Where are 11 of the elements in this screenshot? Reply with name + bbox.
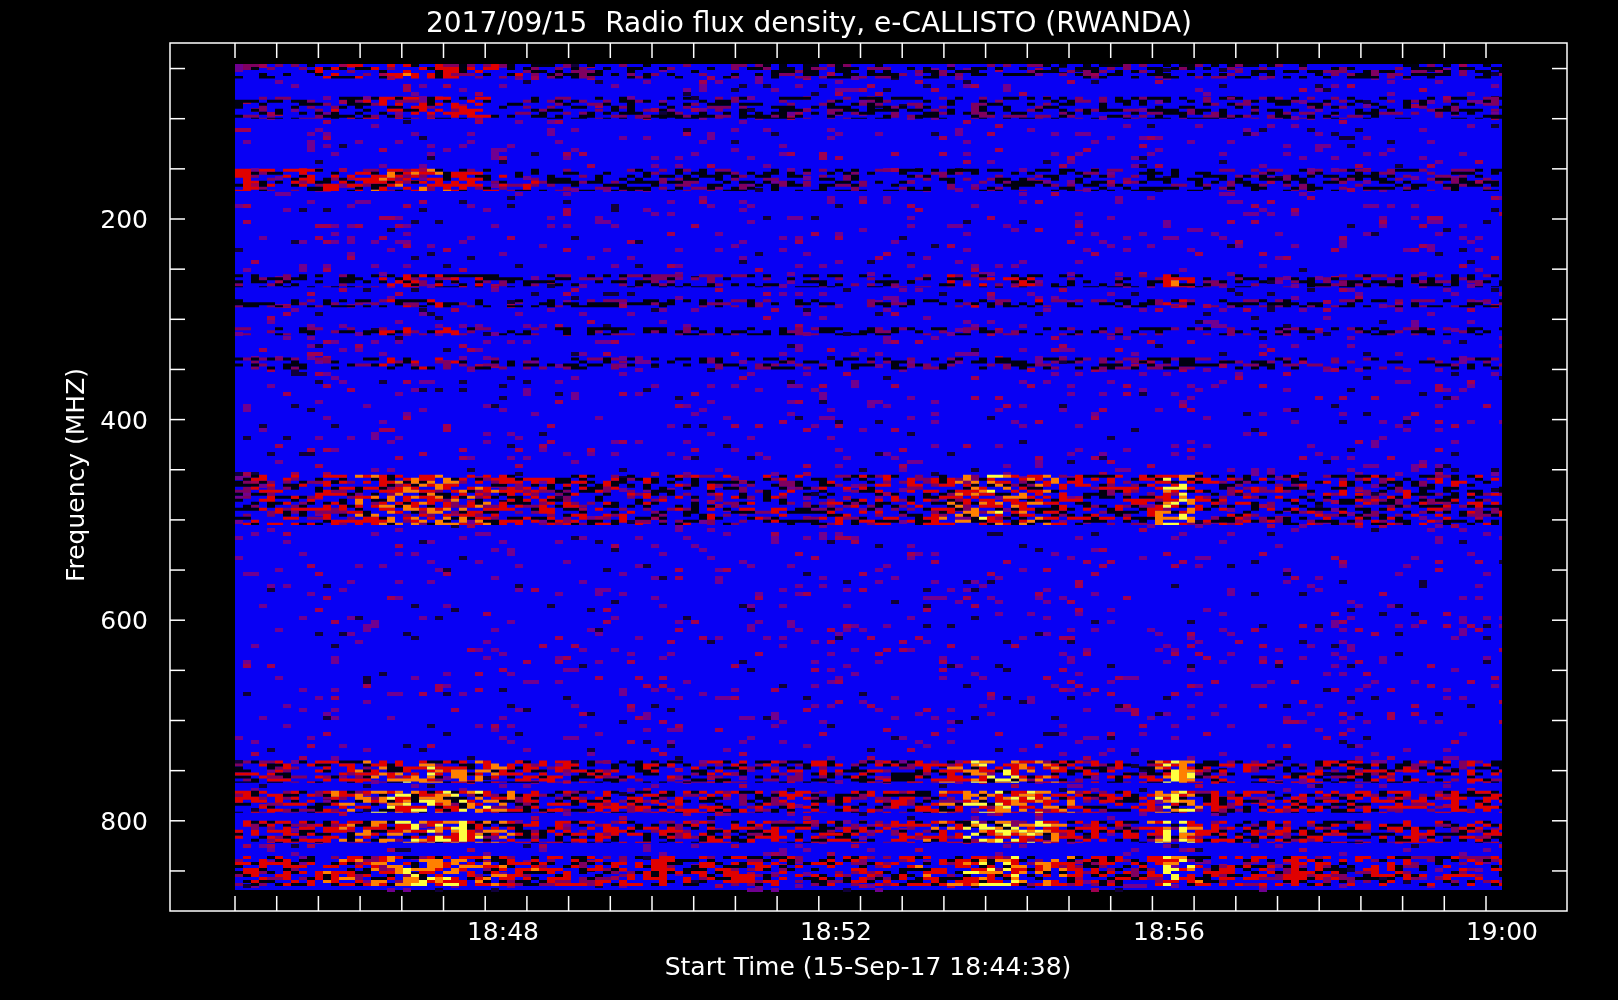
y-tick-label: 600	[100, 606, 148, 636]
x-axis-label: Start Time (15-Sep-17 18:44:38)	[664, 952, 1072, 981]
y-tick-label: 800	[100, 806, 148, 836]
y-tick-label: 400	[100, 405, 148, 435]
x-tick-label: 19:00	[1466, 917, 1538, 946]
y-axis-label: Frequency (MHZ)	[61, 367, 90, 583]
y-tick-label: 200	[100, 205, 148, 234]
x-tick-label: 18:48	[467, 917, 539, 946]
x-tick-label: 18:56	[1133, 917, 1205, 946]
x-tick-label: 18:52	[800, 917, 872, 946]
chart-title: 2017/09/15 Radio flux density, e-CALLISTO (RWANDA)	[426, 6, 1192, 39]
